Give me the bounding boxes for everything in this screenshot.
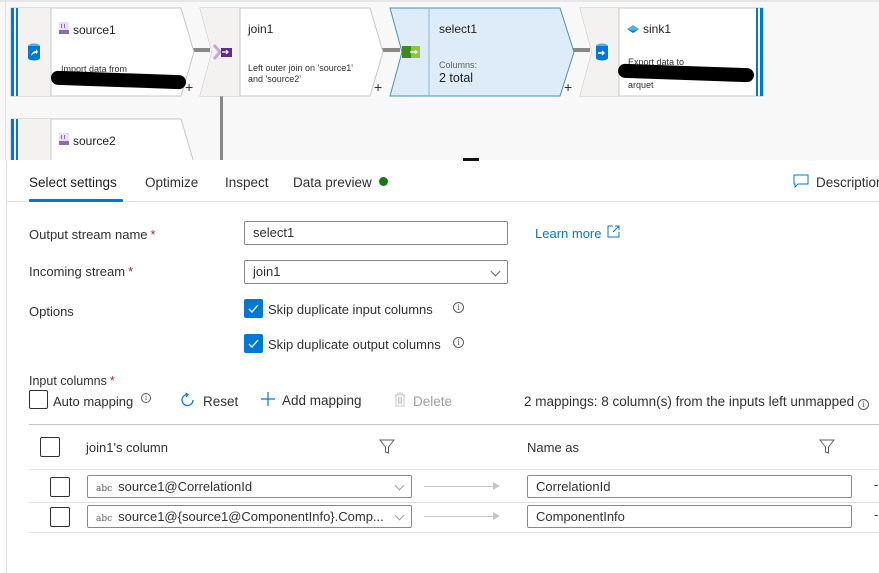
select-all-checkbox[interactable] — [40, 437, 60, 457]
name-as-input[interactable]: ComponentInfo — [527, 505, 852, 528]
auto-mapping-checkbox[interactable] — [29, 390, 48, 409]
skip-duplicate-input-label: Skip duplicate input columns — [268, 302, 433, 317]
node-value: 2 total — [439, 71, 474, 85]
add-transform-button[interactable]: + — [564, 80, 572, 94]
select-icon — [392, 8, 430, 96]
filter-icon[interactable] — [818, 439, 836, 460]
node-join1[interactable]: join1 Left outer join on 'source1' and '… — [199, 7, 385, 97]
checkmark-icon — [248, 304, 259, 313]
row-checkbox[interactable] — [50, 507, 70, 527]
row-overflow-indicator: - — [874, 477, 879, 492]
column-header-source: join1's column — [86, 440, 168, 455]
skip-duplicate-output-checkbox[interactable] — [244, 334, 263, 353]
grid-divider — [29, 502, 879, 503]
active-tab-indicator — [29, 199, 123, 202]
row-overflow-indicator: - — [874, 507, 879, 522]
trash-icon — [394, 392, 406, 410]
canvas-border — [0, 0, 879, 2]
node-title: sink1 — [627, 22, 671, 36]
output-stream-name-input[interactable]: select1 — [244, 221, 508, 245]
tab-select-settings[interactable]: Select settings — [29, 175, 117, 190]
source-dataset-icon — [59, 133, 69, 148]
add-mapping-button[interactable]: Add mapping — [261, 392, 362, 409]
description-button[interactable]: Description — [793, 174, 879, 191]
node-title: source1 — [59, 22, 116, 37]
status-dot-icon — [378, 177, 388, 186]
comment-icon — [793, 174, 809, 191]
skip-duplicate-input-checkbox[interactable] — [244, 299, 263, 318]
mapping-arrow-icon — [424, 512, 500, 520]
tab-inspect[interactable]: Inspect — [225, 175, 269, 190]
source-column-dropdown[interactable]: abc source1@{source1@ComponentInfo}.Comp.… — [87, 505, 412, 528]
learn-more-link[interactable]: Learn more — [535, 225, 620, 241]
node-title: select1 — [439, 22, 478, 36]
column-header-target: Name as — [527, 440, 580, 455]
info-icon[interactable]: i — [453, 302, 464, 313]
node-description: arquet — [628, 80, 654, 90]
chevron-down-icon — [490, 266, 501, 277]
sink-database-icon — [583, 8, 621, 96]
add-transform-button[interactable]: + — [374, 80, 382, 94]
auto-mapping-label: Auto mapping — [53, 394, 134, 409]
mapping-summary: 2 mappings: 8 column(s) from the inputs … — [524, 394, 869, 410]
add-transform-button[interactable]: + — [185, 80, 193, 94]
canvas-border — [5, 0, 6, 160]
reset-button[interactable]: Reset — [180, 392, 238, 411]
external-link-icon — [607, 225, 620, 241]
checkmark-icon — [248, 339, 259, 348]
name-as-input[interactable]: CorrelationId — [527, 475, 852, 498]
node-description: and 'source2' — [248, 74, 301, 84]
node-caption: Columns: — [439, 60, 478, 70]
string-type-icon: abc — [96, 484, 113, 494]
input-columns-label: Input columns * — [29, 374, 115, 388]
grid-divider — [29, 469, 879, 470]
info-icon[interactable]: i — [141, 393, 151, 403]
plus-icon — [261, 392, 275, 409]
string-type-icon: abc — [96, 514, 113, 524]
node-title: source2 — [59, 133, 116, 148]
node-source1[interactable]: source1 Import data from + — [10, 7, 196, 97]
tab-data-preview[interactable]: Data preview — [293, 175, 388, 190]
node-source2[interactable]: source2 — [10, 118, 196, 160]
node-sink1[interactable]: sink1 Export data to arquet — [579, 7, 765, 97]
delete-button[interactable]: Delete — [394, 392, 452, 410]
refresh-icon — [180, 392, 196, 411]
incoming-stream-dropdown[interactable]: join1 — [244, 260, 508, 284]
node-select1[interactable]: select1 Columns: 2 total + — [389, 7, 578, 97]
output-stream-label: Output stream name * — [29, 227, 156, 242]
grid-divider — [29, 532, 879, 533]
grid-divider — [29, 424, 879, 425]
skip-duplicate-output-label: Skip duplicate output columns — [268, 337, 441, 352]
incoming-stream-label: Incoming stream * — [29, 264, 134, 279]
info-icon[interactable]: i — [857, 399, 869, 410]
mapping-arrow-icon — [424, 482, 500, 490]
connector-source2-join1 — [220, 96, 223, 160]
node-description: Left outer join on 'source1' — [248, 63, 354, 73]
settings-panel: Select settings Optimize Inspect Data pr… — [6, 161, 879, 573]
filter-icon[interactable] — [378, 439, 396, 460]
source-column-dropdown[interactable]: abc source1@CorrelationId — [87, 475, 412, 498]
node-title: join1 — [248, 22, 274, 36]
row-checkbox[interactable] — [50, 477, 70, 497]
join-icon — [204, 8, 242, 96]
options-label: Options — [29, 304, 74, 319]
source-database-icon — [15, 8, 53, 96]
data-flow-canvas[interactable]: source1 Import data from + join1 Left ou… — [0, 0, 879, 160]
tab-optimize[interactable]: Optimize — [145, 175, 198, 190]
info-icon[interactable]: i — [453, 337, 464, 348]
panel-tabs: Select settings Optimize Inspect Data pr… — [7, 161, 879, 202]
chevron-down-icon — [394, 480, 405, 491]
sink-dataset-icon — [627, 22, 639, 36]
source-dataset-icon — [59, 22, 69, 37]
chevron-down-icon — [394, 510, 405, 521]
